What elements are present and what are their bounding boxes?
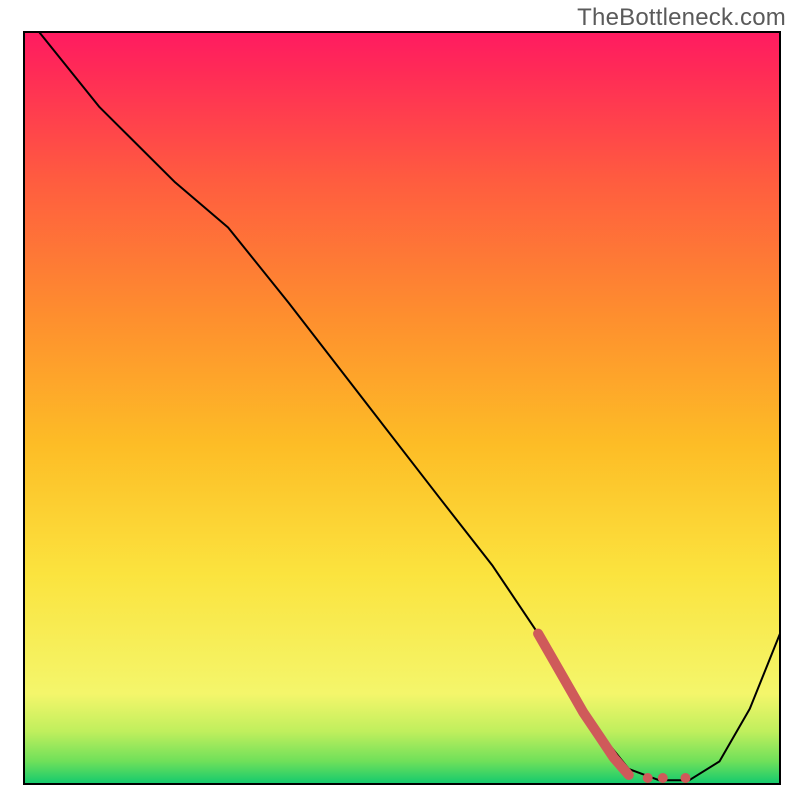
- watermark-text: TheBottleneck.com: [577, 4, 786, 32]
- highlight-dot: [681, 773, 691, 783]
- chart-container: TheBottleneck.com: [0, 0, 800, 800]
- highlight-dot: [658, 773, 668, 783]
- highlight-dot: [643, 773, 653, 783]
- chart-svg: [0, 0, 800, 800]
